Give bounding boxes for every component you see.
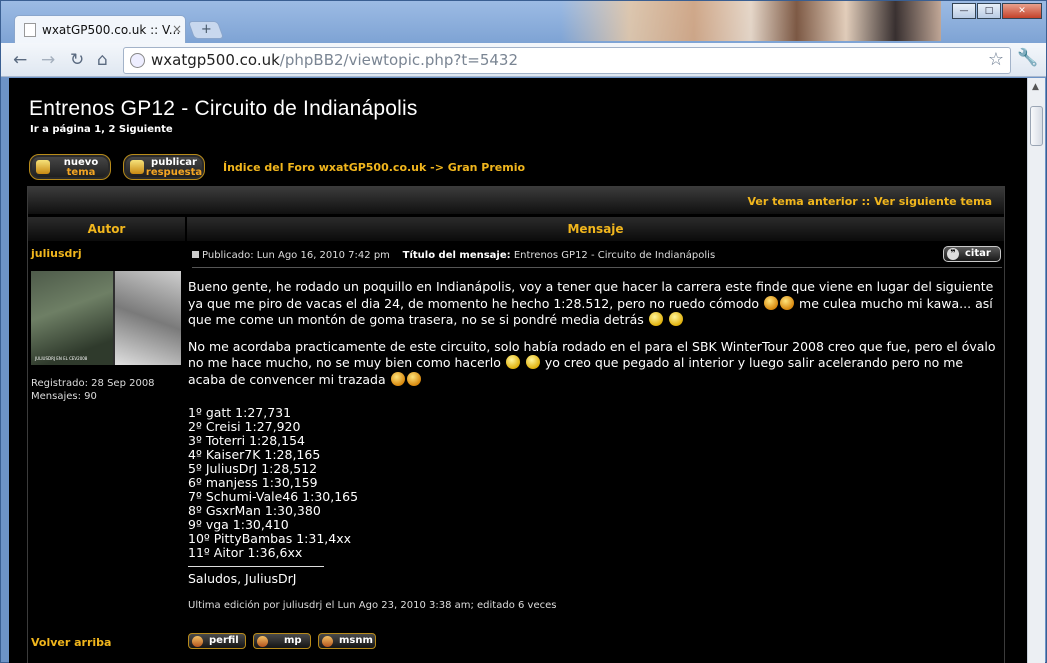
- forum-breadcrumb[interactable]: Índice del Foro wxatGP500.co.uk -> Gran …: [223, 161, 525, 174]
- user-info: Registrado: 28 Sep 2008 Mensajes: 90: [31, 377, 155, 403]
- url-path: /phpBB2/viewtopic.php?t=5432: [279, 51, 519, 69]
- browser-toolbar: ← → ↻ ⌂ wxatgp500.co.uk/phpBB2/viewtopic…: [1, 43, 1046, 77]
- signature: Saludos, JuliusDrJ: [188, 571, 297, 586]
- home-button[interactable]: ⌂: [97, 50, 108, 70]
- lap-times-list: 1º gatt 1:27,731 2º Creisi 1:27,920 3º T…: [188, 406, 1004, 560]
- registered-date: Registrado: 28 Sep 2008: [31, 378, 155, 389]
- post-paragraph-2: No me acordaba practicamente de este cir…: [188, 339, 1004, 389]
- subject-label: Título del mensaje:: [402, 250, 511, 261]
- browser-window: wxatGP500.co.uk :: V... × + — □ ✕ ← → ↻ …: [0, 0, 1047, 663]
- column-headers: Autor Mensaje: [28, 217, 1004, 241]
- private-message-icon: [257, 636, 268, 647]
- post-body: Bueno gente, he rodado un poquillo en In…: [188, 279, 1004, 614]
- author-column-header: Autor: [28, 217, 185, 241]
- minimize-button[interactable]: —: [952, 3, 976, 19]
- wrench-menu-icon[interactable]: 🔧: [1017, 48, 1038, 68]
- quote-button[interactable]: ❞ citar: [943, 246, 1001, 262]
- mad-smiley-icon: [406, 371, 421, 386]
- list-item: 6º manjess 1:30,159: [188, 475, 318, 490]
- new-topic-icon: [36, 160, 50, 174]
- post-paragraph-1: Bueno gente, he rodado un poquillo en In…: [188, 279, 1004, 329]
- topic-table: Ver tema anterior :: Ver siguiente tema …: [27, 186, 1005, 663]
- list-item: 4º Kaiser7K 1:28,165: [188, 447, 321, 462]
- list-item: 8º GsxrMan 1:30,380: [188, 503, 321, 518]
- private-message-label: mp: [284, 635, 302, 646]
- close-window-button[interactable]: ✕: [1002, 3, 1042, 19]
- mad-smiley-icon: [390, 371, 405, 386]
- pagination[interactable]: Ir a página 1, 2 Siguiente: [30, 124, 173, 135]
- avatar-caption: JULIUSDRJ EN EL CEV2008: [35, 356, 88, 361]
- post-subject: Entrenos GP12 - Circuito de Indianápolis: [513, 250, 716, 261]
- list-item: 7º Schumi-Vale46 1:30,165: [188, 489, 359, 504]
- neutral-smiley-icon: [648, 312, 663, 326]
- reply-icon: [130, 160, 144, 174]
- url-text[interactable]: wxatgp500.co.uk/phpBB2/viewtopic.php?t=5…: [151, 51, 518, 69]
- edit-note: Ultima edición por juliusdrj el Lun Ago …: [188, 599, 557, 611]
- quote-icon: ❞: [947, 248, 959, 260]
- post-icon[interactable]: [192, 251, 199, 258]
- scroll-up-icon[interactable]: ▲: [1032, 82, 1039, 92]
- reload-button[interactable]: ↻: [70, 50, 84, 70]
- browser-tab[interactable]: wxatGP500.co.uk :: V... ×: [14, 15, 186, 43]
- post-author[interactable]: juliusdrj: [31, 247, 82, 260]
- maximize-button[interactable]: □: [977, 3, 1001, 19]
- msn-label: msnm: [339, 635, 373, 646]
- list-item: 2º Creisi 1:27,920: [188, 419, 301, 434]
- new-topic-button[interactable]: nuevo tema: [29, 154, 111, 180]
- reply-label-2: respuesta: [145, 167, 203, 178]
- list-item: 1º gatt 1:27,731: [188, 405, 292, 420]
- back-to-top-link[interactable]: Volver arriba: [31, 636, 111, 649]
- vertical-scrollbar[interactable]: ▲: [1027, 78, 1045, 663]
- signature-divider: [188, 566, 324, 567]
- list-item: 5º JuliusDrJ 1:28,512: [188, 461, 318, 476]
- post-published: Publicado: Lun Ago 16, 2010 7:42 pm: [202, 250, 390, 261]
- message-column-header: Mensaje: [187, 217, 1004, 241]
- scrollbar-thumb[interactable]: [1030, 106, 1043, 146]
- page-info-icon[interactable]: [130, 53, 145, 68]
- list-item: 11º Aitor 1:36,6xx: [188, 545, 303, 560]
- page-favicon-icon: [24, 23, 36, 37]
- mad-smiley-icon: [780, 295, 795, 310]
- neutral-smiley-icon: [505, 355, 520, 369]
- tab-close-icon[interactable]: ×: [172, 22, 182, 36]
- topic-nav-bar: Ver tema anterior :: Ver siguiente tema: [28, 187, 1004, 214]
- topic-nav-links[interactable]: Ver tema anterior :: Ver siguiente tema: [747, 195, 992, 208]
- new-tab-button[interactable]: +: [187, 21, 225, 39]
- msn-button[interactable]: msnm: [318, 633, 376, 649]
- page-viewport: Entrenos GP12 - Circuito de Indianápolis…: [9, 78, 1027, 663]
- back-button[interactable]: ←: [13, 50, 27, 70]
- msn-icon: [322, 636, 333, 647]
- neutral-smiley-icon: [525, 355, 540, 369]
- new-topic-label-2: tema: [66, 167, 96, 178]
- address-bar[interactable]: wxatgp500.co.uk/phpBB2/viewtopic.php?t=5…: [123, 47, 1011, 74]
- profile-icon: [192, 636, 203, 647]
- quote-label: citar: [965, 248, 991, 259]
- list-item: 9º vga 1:30,410: [188, 517, 289, 532]
- post-divider: [192, 267, 1002, 268]
- tab-title: wxatGP500.co.uk :: V...: [42, 23, 181, 37]
- list-item: 3º Toterri 1:28,154: [188, 433, 305, 448]
- mad-smiley-icon: [764, 295, 779, 310]
- neutral-smiley-icon: [668, 312, 683, 326]
- private-message-button[interactable]: mp: [253, 633, 311, 649]
- avatar: JULIUSDRJ EN EL CEV2008: [31, 271, 181, 365]
- avatar-photo-left: [31, 271, 113, 365]
- message-count: Mensajes: 90: [31, 391, 97, 402]
- list-item: 10º PittyBambas 1:31,4xx: [188, 531, 351, 546]
- url-host: wxatgp500.co.uk: [151, 51, 280, 69]
- post-meta: Publicado: Lun Ago 16, 2010 7:42 pm Títu…: [192, 250, 715, 261]
- theme-banner-image: [561, 1, 941, 41]
- window-controls: — □ ✕: [952, 3, 1042, 19]
- forward-button[interactable]: →: [41, 50, 55, 70]
- title-bar: wxatGP500.co.uk :: V... × + — □ ✕: [1, 1, 1046, 43]
- reply-button[interactable]: publicar respuesta: [123, 154, 205, 180]
- avatar-photo-right: [115, 271, 181, 365]
- profile-label: perfil: [209, 635, 239, 646]
- profile-button[interactable]: perfil: [188, 633, 246, 649]
- page-title[interactable]: Entrenos GP12 - Circuito de Indianápolis: [29, 97, 418, 121]
- bookmark-star-icon[interactable]: ☆: [988, 49, 1004, 70]
